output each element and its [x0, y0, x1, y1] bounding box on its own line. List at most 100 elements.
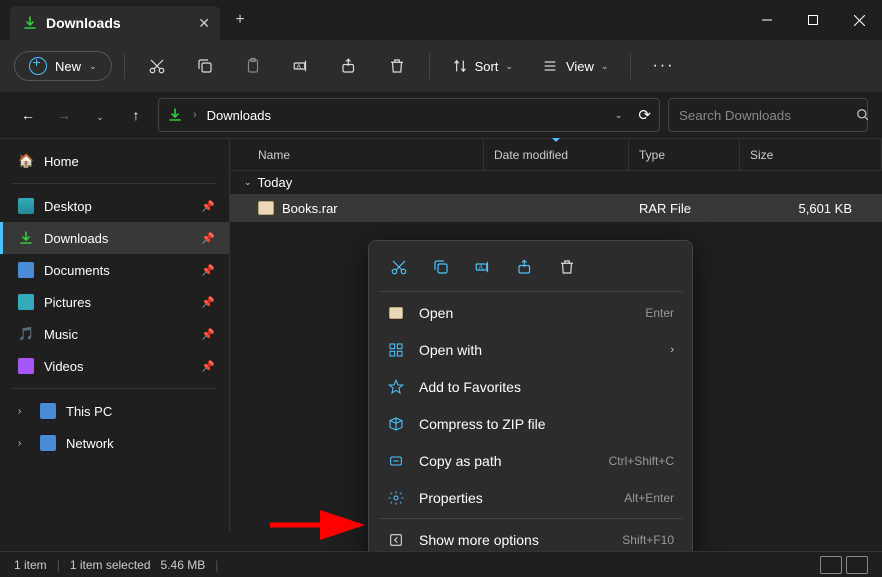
ctx-rename-button[interactable]: A — [465, 251, 501, 283]
more-button[interactable]: ··· — [643, 48, 683, 84]
star-icon — [387, 378, 405, 396]
documents-icon — [18, 262, 34, 278]
search-input[interactable] — [679, 108, 856, 123]
zip-icon — [387, 415, 405, 433]
expand-icon[interactable]: › — [18, 438, 30, 449]
music-icon: 🎵 — [18, 326, 34, 342]
close-window-button[interactable] — [836, 0, 882, 40]
ctx-open[interactable]: Open Enter — [375, 294, 686, 331]
plus-circle-icon — [29, 57, 47, 75]
search-box[interactable] — [668, 98, 868, 132]
view-button[interactable]: View ⌄ — [531, 58, 619, 74]
ctx-label: Open with — [419, 342, 656, 358]
ctx-properties[interactable]: Properties Alt+Enter — [375, 479, 686, 516]
sidebar-item-label: Network — [66, 436, 114, 451]
ctx-label: Properties — [419, 490, 610, 506]
sidebar-item-thispc[interactable]: › This PC — [0, 395, 229, 427]
sidebar-item-documents[interactable]: Documents 📌 — [0, 254, 229, 286]
sidebar-item-label: Downloads — [44, 231, 108, 246]
chevron-down-icon: ⌄ — [89, 61, 97, 72]
new-button[interactable]: New ⌄ — [14, 51, 112, 81]
ctx-copypath[interactable]: Copy as path Ctrl+Shift+C — [375, 442, 686, 479]
column-name[interactable]: Name — [230, 139, 484, 170]
ctx-copy-button[interactable] — [423, 251, 459, 283]
sidebar-item-downloads[interactable]: Downloads 📌 — [0, 222, 229, 254]
sidebar-item-desktop[interactable]: Desktop 📌 — [0, 190, 229, 222]
home-icon: 🏠 — [18, 153, 34, 169]
column-size[interactable]: Size — [740, 139, 882, 170]
search-icon — [856, 108, 870, 122]
pin-icon: 📌 — [201, 264, 215, 277]
sidebar: 🏠 Home Desktop 📌 Downloads 📌 Documents 📌… — [0, 139, 230, 532]
openwith-icon — [387, 341, 405, 359]
view-thumbnails-button[interactable] — [846, 556, 868, 574]
column-date[interactable]: Date modified — [484, 139, 629, 170]
minimize-button[interactable] — [744, 0, 790, 40]
sidebar-item-pictures[interactable]: Pictures 📌 — [0, 286, 229, 318]
separator: | — [215, 558, 218, 572]
forward-button[interactable]: → — [50, 107, 78, 123]
sidebar-item-label: Documents — [44, 263, 110, 278]
paste-button[interactable] — [233, 48, 273, 84]
sidebar-item-label: Pictures — [44, 295, 91, 310]
back-button[interactable]: ← — [14, 107, 42, 123]
ctx-delete-button[interactable] — [549, 251, 585, 283]
ctx-label: Copy as path — [419, 453, 595, 469]
ctx-label: Add to Favorites — [419, 379, 674, 395]
desktop-icon — [18, 198, 34, 214]
ctx-compress[interactable]: Compress to ZIP file — [375, 405, 686, 442]
separator — [429, 53, 430, 79]
status-selected: 1 item selected — [70, 558, 151, 572]
pin-icon: 📌 — [201, 328, 215, 341]
sidebar-item-network[interactable]: › Network — [0, 427, 229, 459]
sort-button[interactable]: Sort ⌄ — [442, 58, 523, 74]
ctx-label: Compress to ZIP file — [419, 416, 674, 432]
separator — [379, 518, 682, 519]
group-today[interactable]: ⌄ Today — [230, 171, 882, 194]
ctx-share-button[interactable] — [507, 251, 543, 283]
pin-icon: 📌 — [201, 296, 215, 309]
share-button[interactable] — [329, 48, 369, 84]
sidebar-item-home[interactable]: 🏠 Home — [0, 145, 229, 177]
more-icon — [387, 531, 405, 549]
sidebar-item-music[interactable]: 🎵 Music 📌 — [0, 318, 229, 350]
ctx-hint: Shift+F10 — [622, 533, 674, 547]
videos-icon — [18, 358, 34, 374]
ctx-label: Open — [419, 305, 631, 321]
view-label: View — [566, 59, 594, 74]
sort-label: Sort — [475, 59, 499, 74]
ctx-favorites[interactable]: Add to Favorites — [375, 368, 686, 405]
pin-icon: 📌 — [201, 360, 215, 373]
chevron-right-icon: › — [670, 344, 674, 356]
separator — [630, 53, 631, 79]
app-icon — [387, 304, 405, 322]
recent-button[interactable]: ⌄ — [86, 107, 114, 123]
tab-downloads[interactable]: Downloads ✕ — [10, 6, 220, 40]
refresh-button[interactable]: ⟳ — [638, 106, 651, 124]
ctx-label: Show more options — [419, 532, 608, 548]
up-button[interactable]: ↑ — [122, 107, 150, 123]
ctx-open-with[interactable]: Open with › — [375, 331, 686, 368]
context-action-row: A — [375, 247, 686, 289]
close-tab-icon[interactable]: ✕ — [198, 15, 210, 32]
column-type[interactable]: Type — [629, 139, 740, 170]
copy-button[interactable] — [185, 48, 225, 84]
rename-button[interactable]: A — [281, 48, 321, 84]
separator — [379, 291, 682, 292]
ctx-cut-button[interactable] — [381, 251, 417, 283]
group-label: Today — [258, 175, 293, 190]
address-bar[interactable]: › Downloads ⌄ ⟳ — [158, 98, 660, 132]
file-row-books[interactable]: Books.rar RAR File 5,601 KB — [230, 194, 882, 222]
svg-text:A: A — [479, 264, 484, 271]
sidebar-item-videos[interactable]: Videos 📌 — [0, 350, 229, 382]
cut-button[interactable] — [137, 48, 177, 84]
expand-icon[interactable]: › — [18, 406, 30, 417]
breadcrumb[interactable]: Downloads — [207, 108, 271, 123]
separator: | — [57, 558, 60, 572]
view-details-button[interactable] — [820, 556, 842, 574]
file-size: 5,601 KB — [740, 201, 882, 216]
chevron-down-icon[interactable]: ⌄ — [615, 110, 623, 121]
new-tab-button[interactable]: + — [220, 11, 260, 29]
delete-button[interactable] — [377, 48, 417, 84]
maximize-button[interactable] — [790, 0, 836, 40]
